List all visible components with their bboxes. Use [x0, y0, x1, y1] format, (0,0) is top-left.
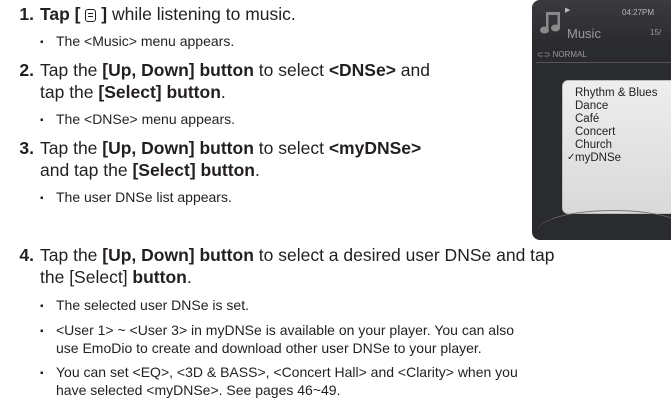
dnse-menu: Rhythm & Blues Dance Café Concert Church… [562, 80, 671, 214]
menu-item[interactable]: Café [575, 113, 599, 125]
player-screen: ▶ 04:27PM Music 15/ ⊂⊃ NORMAL Rhythm & B… [532, 0, 671, 240]
step-3: 3. Tap the [Up, Down] button to select <m… [0, 137, 421, 159]
bullet-icon: ▪ [40, 37, 44, 48]
menu-item[interactable]: Church [575, 139, 612, 151]
menu-item[interactable]: Dance [575, 100, 608, 112]
step-4: 4. Tap the [Up, Down] button to select a … [0, 244, 554, 266]
play-mode: ⊂⊃ NORMAL [537, 50, 587, 59]
note: ▪ The selected user DNSe is set. [40, 297, 249, 313]
note: ▪ The user DNSe list appears. [40, 189, 232, 205]
bullet-icon: ▪ [40, 368, 44, 379]
bullet-icon: ▪ [40, 115, 44, 126]
bullet-icon: ▪ [40, 301, 44, 312]
music-note-icon [540, 12, 560, 34]
divider [536, 62, 671, 63]
step-number: 3. [19, 138, 34, 158]
bullet-icon: ▪ [40, 326, 44, 337]
screen-title: Music [567, 26, 601, 41]
screen-decoration [538, 210, 671, 240]
step-1: 1. Tap [ ] while listening to music. [0, 3, 296, 25]
menu-item[interactable]: Concert [575, 126, 615, 138]
play-icon: ▶ [565, 7, 571, 14]
clock-text: 04:27PM [622, 8, 655, 17]
step-3-line-2: and tap the [Select] button. [40, 160, 260, 180]
manual-page: 1. Tap [ ] while listening to music. ▪ The… [0, 0, 671, 416]
bullet-icon: ▪ [40, 193, 44, 204]
step-text-before: Tap [ [40, 4, 81, 24]
step-number: 1. [19, 4, 34, 24]
menu-item[interactable]: Rhythm & Blues [575, 87, 657, 99]
step-2: 2. Tap the [Up, Down] button to select <D… [0, 59, 430, 81]
repeat-icon: ⊂⊃ [537, 50, 553, 59]
note: ▪ <User 1> ~ <User 3> in myDNSe is availa… [40, 322, 514, 356]
step-number: 2. [19, 60, 34, 80]
step-2-line-2: tap the [Select] button. [40, 82, 226, 102]
step-4-line-2: the [Select] button. [40, 267, 192, 287]
step-number: 4. [19, 245, 34, 265]
note: ▪ The <Music> menu appears. [40, 33, 235, 49]
menu-item-selected[interactable]: myDNSe [575, 152, 621, 164]
menu-icon [85, 9, 97, 22]
step-text-after: while listening to music. [107, 4, 296, 24]
track-count: 15/ [650, 28, 662, 37]
note: ▪ The <DNSe> menu appears. [40, 111, 235, 127]
note: ▪ You can set <EQ>, <3D & BASS>, <Concert… [40, 364, 518, 398]
